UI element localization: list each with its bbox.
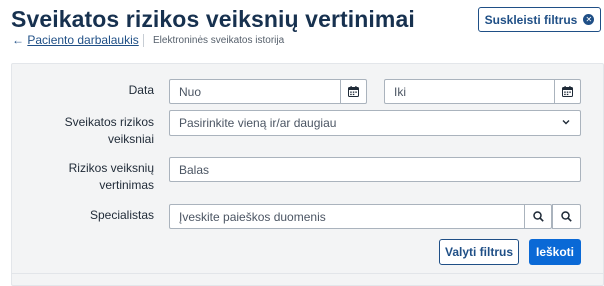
date-from-input[interactable]: Nuo <box>169 79 342 104</box>
date-to-input[interactable]: Iki <box>384 79 556 104</box>
risk-score-label: Rizikos veiksnių vertinimas <box>69 160 154 194</box>
close-circle-icon: ✕ <box>583 14 595 25</box>
panel-divider <box>11 273 604 274</box>
date-from-calendar-button[interactable] <box>340 79 367 104</box>
breadcrumb: Elektroninės sveikatos istorija <box>153 35 285 46</box>
risk-score-input[interactable]: Balas <box>169 157 581 182</box>
breadcrumb-divider <box>143 34 144 47</box>
risk-factors-placeholder: Pasirinkite vieną ir/ar daugiau <box>179 116 337 130</box>
risk-score-label-line2: vertinimas <box>99 178 154 192</box>
search-icon <box>561 211 572 222</box>
calendar-icon <box>348 86 359 97</box>
risk-factors-label-line1: Sveikatos rizikos <box>64 115 154 129</box>
date-to-calendar-button[interactable] <box>554 79 581 104</box>
specialist-advanced-search-button[interactable] <box>552 204 581 229</box>
search-icon <box>532 211 544 222</box>
specialist-search-button[interactable] <box>524 204 552 229</box>
clear-filters-button[interactable]: Valyti filtrus <box>439 239 519 265</box>
back-link-label: Paciento darbalaukis <box>27 33 139 47</box>
back-link[interactable]: ← Paciento darbalaukis <box>12 33 139 47</box>
collapse-filters-label: Suskleisti filtrus <box>484 12 578 27</box>
back-arrow-icon: ← <box>12 33 24 47</box>
page-title: Sveikatos rizikos veiksnių vertinimai <box>11 6 415 32</box>
chevron-down-icon <box>562 120 570 125</box>
collapse-filters-button[interactable]: Suskleisti filtrus ✕ <box>478 7 601 32</box>
risk-factors-label: Sveikatos rizikos veiksniai <box>65 114 154 148</box>
date-label: Data <box>128 83 154 97</box>
risk-factors-label-line2: veiksniai <box>107 132 154 146</box>
risk-factors-select[interactable]: Pasirinkite vieną ir/ar daugiau <box>169 110 581 136</box>
specialist-input[interactable]: Įveskite paieškos duomenis <box>169 204 526 229</box>
specialist-label: Specialistas <box>89 208 154 222</box>
search-button[interactable]: Ieškoti <box>529 239 581 265</box>
calendar-icon <box>562 86 573 97</box>
risk-score-label-line1: Rizikos veiksnių <box>68 161 154 175</box>
